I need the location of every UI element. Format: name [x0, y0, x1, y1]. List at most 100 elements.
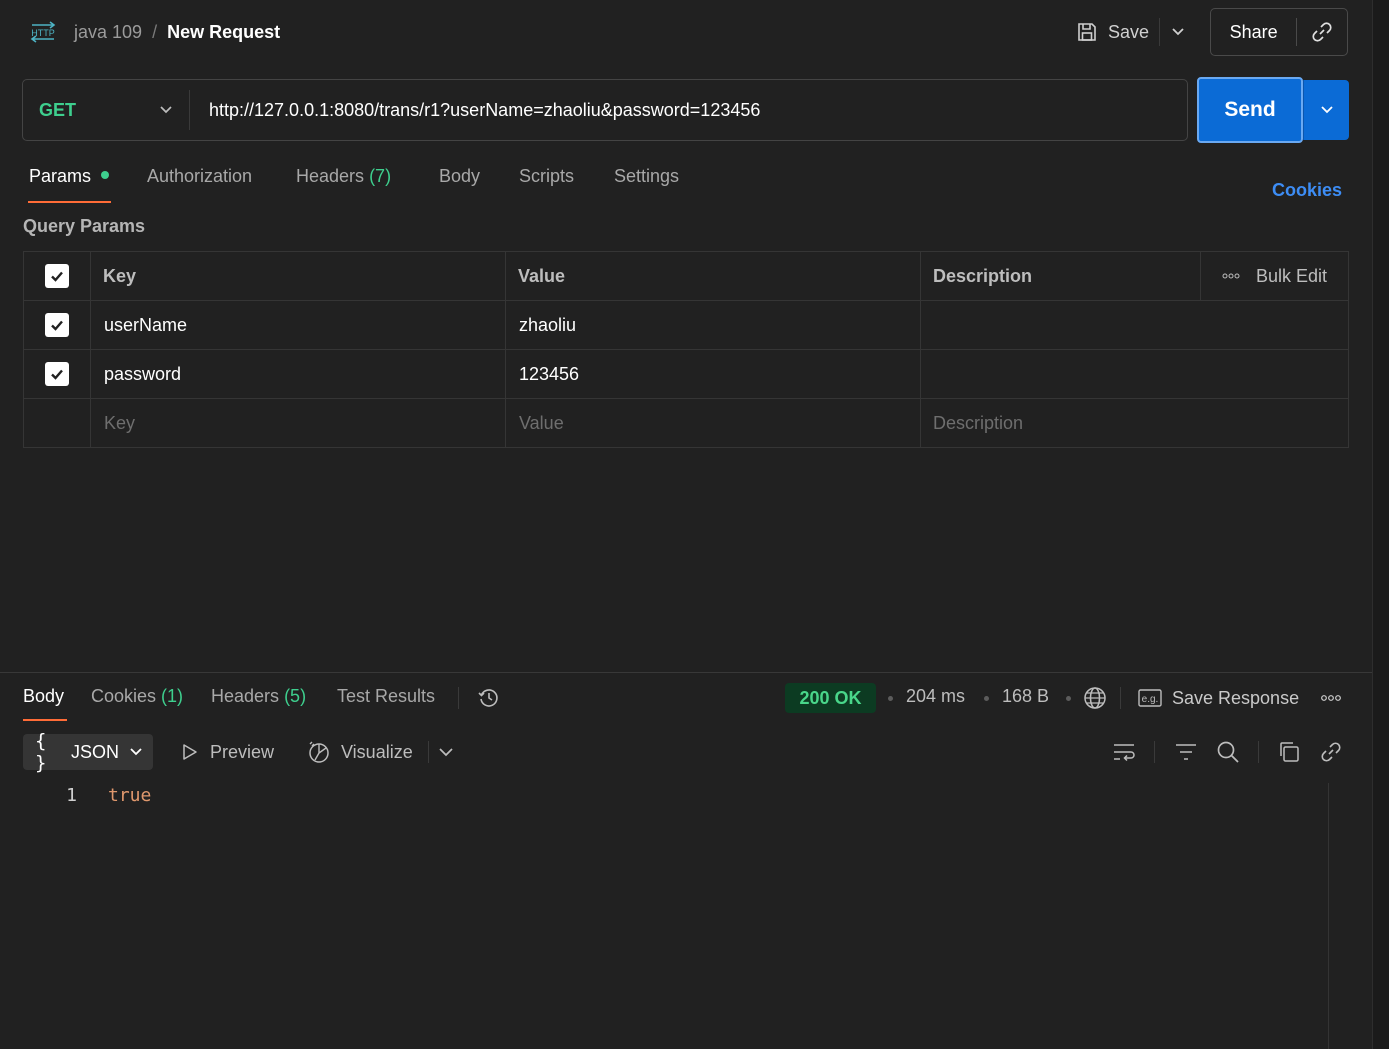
- metric-separator-dot: [984, 696, 989, 701]
- breadcrumb: java 109 / New Request: [74, 20, 280, 44]
- tab-cookies-label: Cookies: [91, 686, 157, 706]
- format-select[interactable]: { } JSON: [23, 730, 153, 774]
- line-number: 1: [66, 785, 77, 806]
- tab-response-body[interactable]: Body: [23, 686, 64, 707]
- chevron-down-icon: [129, 747, 143, 757]
- pane-resize-handle[interactable]: [0, 672, 1372, 673]
- column-header-key: Key: [91, 252, 506, 300]
- response-tabs: Body Cookies (1) Headers (5) Test Result…: [23, 686, 453, 712]
- save-icon: [1076, 21, 1098, 43]
- divider: [1154, 741, 1155, 763]
- method-label: GET: [39, 99, 77, 120]
- code-line[interactable]: true: [108, 785, 151, 806]
- method-select[interactable]: GET: [23, 80, 189, 140]
- url-input[interactable]: http://127.0.0.1:8080/trans/r1?userName=…: [190, 100, 760, 121]
- url-bar: GET http://127.0.0.1:8080/trans/r1?userN…: [22, 79, 1188, 141]
- row-checkbox-cell: [24, 350, 91, 398]
- copy-link-icon[interactable]: [1297, 9, 1347, 55]
- table-row-new: Key Value Description: [24, 399, 1348, 448]
- save-options-chevron-down-icon[interactable]: [1160, 12, 1196, 52]
- param-description[interactable]: [921, 350, 1348, 398]
- tab-scripts[interactable]: Scripts: [519, 166, 574, 187]
- tab-response-headers[interactable]: Headers (5): [211, 686, 306, 707]
- more-options-icon: [1222, 273, 1240, 279]
- new-value-input[interactable]: Value: [506, 399, 921, 447]
- param-value[interactable]: 123456: [506, 350, 921, 398]
- tab-cookies-count: (1): [161, 686, 184, 706]
- tab-authorization[interactable]: Authorization: [147, 166, 252, 187]
- history-icon[interactable]: [477, 686, 501, 710]
- visualize-icon: [307, 740, 331, 764]
- active-tab-indicator: [28, 201, 111, 203]
- save-group: Save: [1066, 12, 1196, 52]
- search-icon[interactable]: [1216, 740, 1240, 764]
- preview-button[interactable]: Preview: [180, 740, 274, 764]
- param-key[interactable]: password: [91, 350, 506, 398]
- tab-headers-count: (7): [369, 166, 392, 186]
- tab-headers-label: Headers: [211, 686, 280, 706]
- tab-body[interactable]: Body: [439, 166, 480, 187]
- select-all-cell: [24, 252, 91, 300]
- column-header-value: Value: [506, 252, 921, 300]
- breadcrumb-separator: /: [152, 21, 158, 42]
- visualize-options-chevron-down-icon[interactable]: [437, 742, 455, 762]
- metric-separator-dot: [1066, 696, 1071, 701]
- wrap-lines-icon[interactable]: [1112, 740, 1136, 764]
- play-icon: [180, 742, 200, 762]
- save-label: Save: [1108, 21, 1150, 42]
- copy-icon[interactable]: [1277, 740, 1301, 764]
- tab-response-cookies[interactable]: Cookies (1): [91, 686, 183, 707]
- tab-settings[interactable]: Settings: [614, 166, 679, 187]
- send-button[interactable]: Send: [1197, 77, 1303, 143]
- save-response-button[interactable]: e.g. Save Response: [1138, 686, 1299, 710]
- link-icon[interactable]: [1319, 740, 1343, 764]
- query-params-table: Key Value Description Bulk Edit userName…: [23, 251, 1349, 448]
- param-value[interactable]: zhaoliu: [506, 301, 921, 349]
- tab-params[interactable]: Params: [29, 166, 110, 187]
- divider: [428, 741, 429, 763]
- param-description[interactable]: [921, 301, 1348, 349]
- row-checkbox[interactable]: [45, 313, 69, 337]
- share-button[interactable]: Share: [1211, 9, 1296, 55]
- bulk-edit-button[interactable]: Bulk Edit: [1200, 252, 1348, 300]
- preview-label: Preview: [210, 741, 275, 762]
- new-key-input[interactable]: Key: [91, 399, 506, 447]
- tab-params-label: Params: [29, 166, 92, 186]
- breadcrumb-collection[interactable]: java 109: [74, 22, 142, 43]
- tab-headers[interactable]: Headers (7): [296, 166, 391, 187]
- new-description-input[interactable]: Description: [921, 399, 1348, 447]
- column-header-description: Description: [933, 265, 1033, 286]
- tab-headers-label: Headers: [296, 166, 365, 186]
- table-row: userName zhaoliu: [24, 301, 1348, 350]
- active-tab-indicator: [23, 719, 67, 721]
- request-tabs: Params Authorization Headers (7) Body Sc…: [29, 166, 729, 192]
- editor-scrollbar[interactable]: [1328, 783, 1329, 1049]
- params-active-dot: [101, 171, 110, 180]
- filter-icon[interactable]: [1174, 740, 1198, 764]
- send-options-chevron-down-icon[interactable]: [1303, 80, 1349, 140]
- http-icon: HTTP: [28, 20, 58, 44]
- param-key[interactable]: userName: [91, 301, 506, 349]
- row-checkbox[interactable]: [45, 362, 69, 386]
- bulk-edit-label: Bulk Edit: [1255, 265, 1328, 286]
- tab-test-results[interactable]: Test Results: [337, 686, 435, 707]
- save-button[interactable]: Save: [1066, 12, 1159, 52]
- globe-icon[interactable]: [1083, 686, 1107, 710]
- table-row: password 123456: [24, 350, 1348, 399]
- response-size[interactable]: 168 B: [1002, 686, 1049, 707]
- row-checkbox-cell: [24, 399, 91, 447]
- response-time[interactable]: 204 ms: [906, 686, 965, 707]
- metric-separator-dot: [888, 696, 893, 701]
- divider: [1120, 687, 1121, 709]
- braces-icon: { }: [35, 730, 46, 774]
- more-options-icon[interactable]: [1320, 692, 1342, 704]
- page-title[interactable]: New Request: [167, 22, 280, 43]
- chevron-down-icon: [159, 105, 173, 115]
- visualize-button[interactable]: Visualize: [307, 740, 413, 764]
- status-badge[interactable]: 200 OK: [785, 683, 876, 713]
- select-all-checkbox[interactable]: [45, 264, 69, 288]
- divider: [458, 687, 459, 709]
- tab-headers-count: (5): [284, 686, 307, 706]
- cookies-link[interactable]: Cookies: [1272, 180, 1342, 201]
- format-label: JSON: [70, 741, 119, 762]
